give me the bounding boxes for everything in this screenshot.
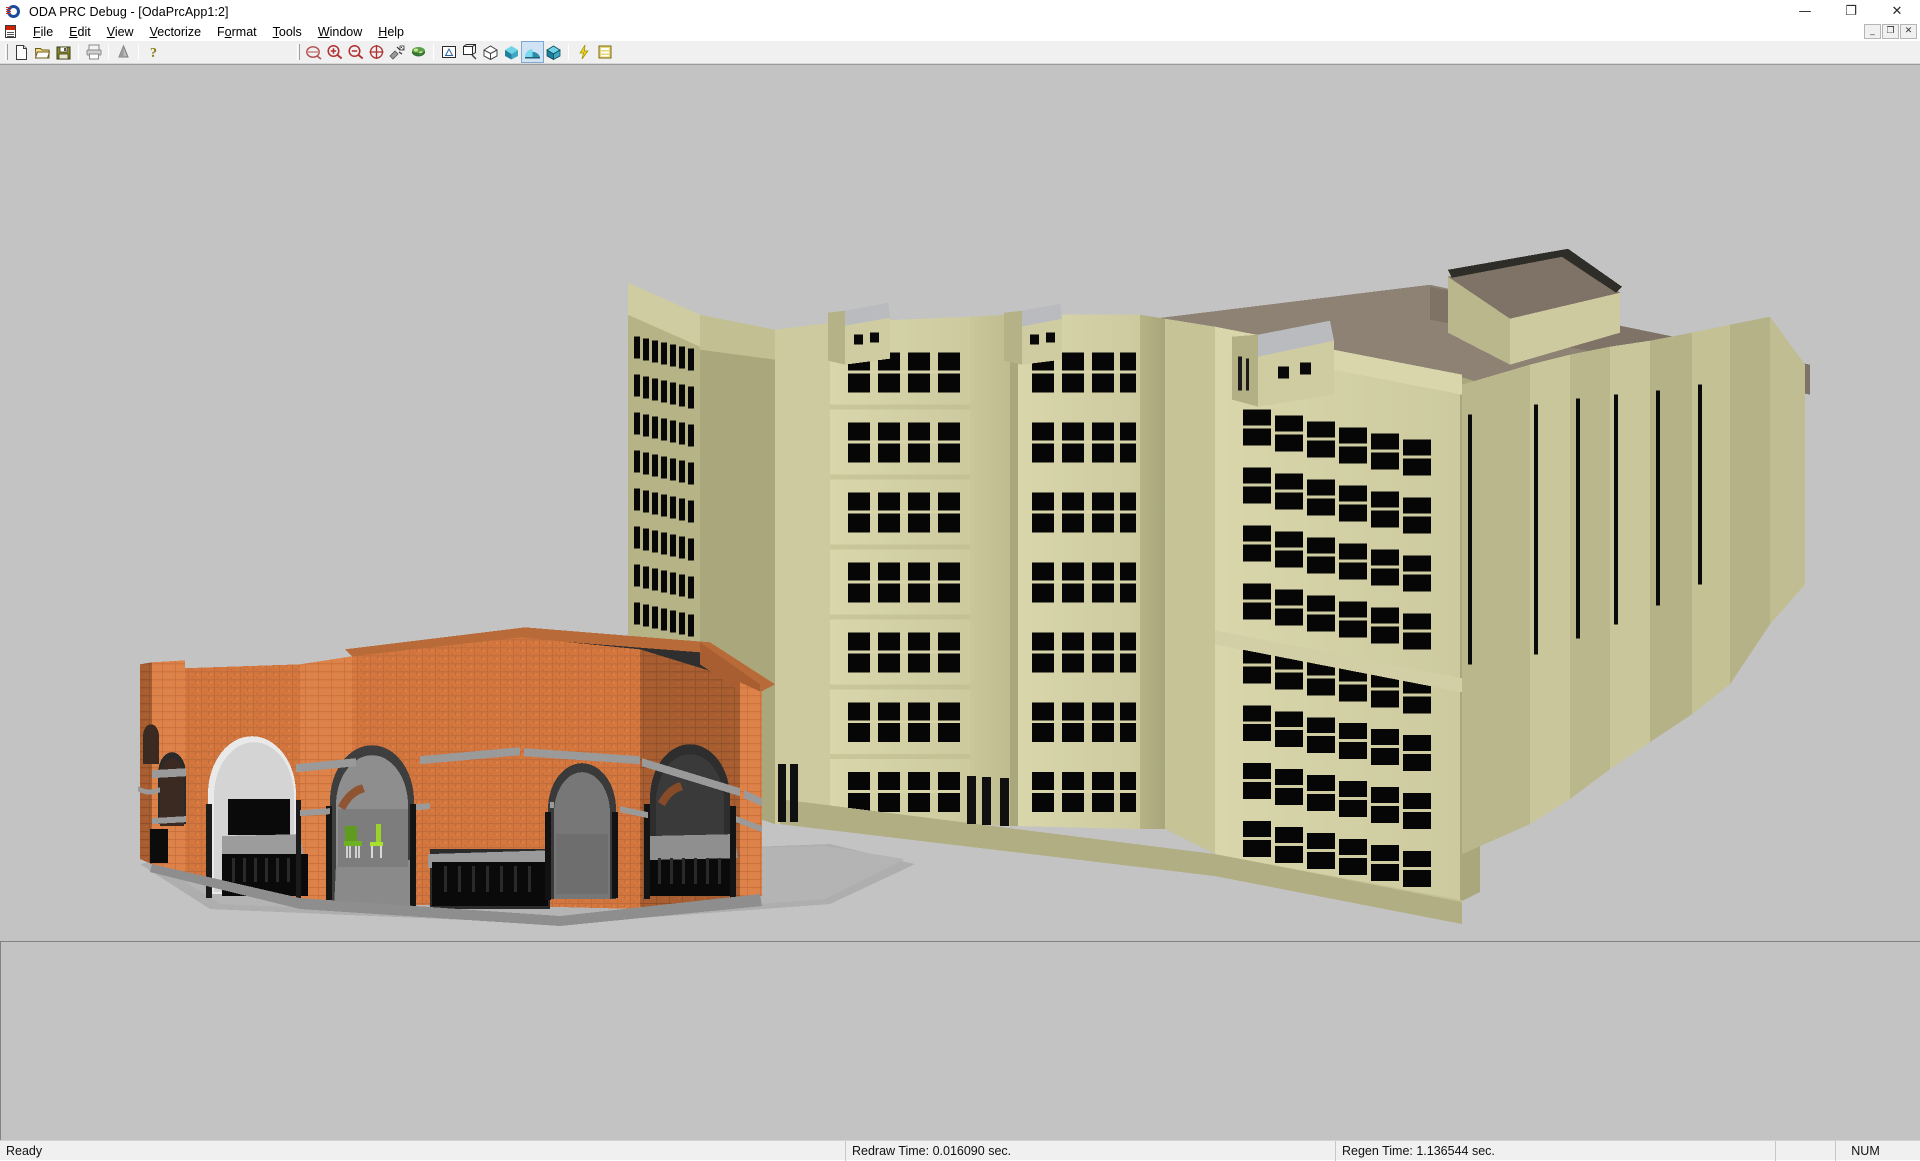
- zoom-extents-icon[interactable]: [366, 42, 387, 62]
- mdi-child-controls: _ ❐ ✕: [1864, 24, 1917, 39]
- flat-edges-icon[interactable]: [543, 42, 564, 62]
- gouraud-shaded-icon[interactable]: [522, 42, 543, 62]
- help-question-icon[interactable]: ?: [143, 42, 164, 62]
- open-folder-icon[interactable]: [32, 42, 53, 62]
- orbit-icon[interactable]: [387, 42, 408, 62]
- properties-icon[interactable]: [594, 42, 615, 62]
- maximize-button[interactable]: ❐: [1828, 0, 1874, 23]
- pan-globe-icon[interactable]: [408, 42, 429, 62]
- document-icon: [4, 25, 19, 40]
- zoom-in-icon[interactable]: [324, 42, 345, 62]
- toolbar-separator: [433, 44, 434, 60]
- menu-view[interactable]: View: [99, 24, 142, 40]
- toolbar-separator: [568, 44, 569, 60]
- menu-bar: File Edit View Vectorize Format Tools Wi…: [0, 23, 1920, 41]
- minimize-button[interactable]: —: [1782, 0, 1828, 23]
- status-redraw-time: Redraw Time: 0.016090 sec.: [845, 1141, 1335, 1161]
- model-viewport[interactable]: [0, 64, 1920, 941]
- status-regen-time: Regen Time: 1.136544 sec.: [1335, 1141, 1775, 1161]
- new-file-icon[interactable]: [11, 42, 32, 62]
- wireframe-3d-icon[interactable]: [459, 42, 480, 62]
- zoom-window-icon[interactable]: [303, 42, 324, 62]
- zoom-out-icon[interactable]: [345, 42, 366, 62]
- toolbar-separator: [138, 44, 139, 60]
- mdi-restore-button[interactable]: ❐: [1882, 24, 1899, 39]
- rooftop-penthouse: [828, 303, 890, 365]
- status-ready: Ready: [0, 1141, 845, 1161]
- right-stone-wing: [1215, 327, 1480, 919]
- toolbar-grip[interactable]: [5, 44, 8, 60]
- mdi-minimize-button[interactable]: _: [1864, 24, 1881, 39]
- menu-help[interactable]: Help: [370, 24, 412, 40]
- print-icon[interactable]: [83, 42, 104, 62]
- flat-shaded-icon[interactable]: [501, 42, 522, 62]
- architectural-campus-model[interactable]: [0, 65, 1920, 941]
- wireframe-2d-icon[interactable]: [438, 42, 459, 62]
- status-bar: Ready Redraw Time: 0.016090 sec. Regen T…: [0, 1140, 1920, 1160]
- hidden-line-icon[interactable]: [480, 42, 501, 62]
- lightning-bolt-icon[interactable]: [573, 42, 594, 62]
- rooftop-penthouse: [1004, 304, 1062, 365]
- mdi-close-button[interactable]: ✕: [1900, 24, 1917, 39]
- toolbar-separator: [78, 44, 79, 60]
- svg-text:?: ?: [150, 46, 157, 60]
- toolbar-separator: [108, 44, 109, 60]
- close-button[interactable]: ✕: [1874, 0, 1920, 23]
- toolbar-grip[interactable]: [297, 44, 300, 60]
- cone-render-icon[interactable]: [113, 42, 134, 62]
- viewport-lower-area: [0, 941, 1920, 1141]
- menu-edit[interactable]: Edit: [61, 24, 99, 40]
- menu-format[interactable]: Format: [209, 24, 265, 40]
- menu-file[interactable]: File: [25, 24, 61, 40]
- status-num-lock: NUM: [1835, 1141, 1895, 1161]
- title-bar: ODA PRC Debug - [OdaPrcApp1:2] — ❐ ✕: [0, 0, 1920, 23]
- window-controls: — ❐ ✕: [1782, 0, 1920, 23]
- window-title: ODA PRC Debug - [OdaPrcApp1:2]: [29, 5, 229, 19]
- status-spacer: [1775, 1141, 1835, 1161]
- menu-vectorize[interactable]: Vectorize: [142, 24, 209, 40]
- menu-window[interactable]: Window: [310, 24, 370, 40]
- save-disk-icon[interactable]: [53, 42, 74, 62]
- menu-tools[interactable]: Tools: [265, 24, 310, 40]
- oda-ring-icon: [6, 4, 22, 20]
- main-toolbar: ?: [0, 41, 1920, 64]
